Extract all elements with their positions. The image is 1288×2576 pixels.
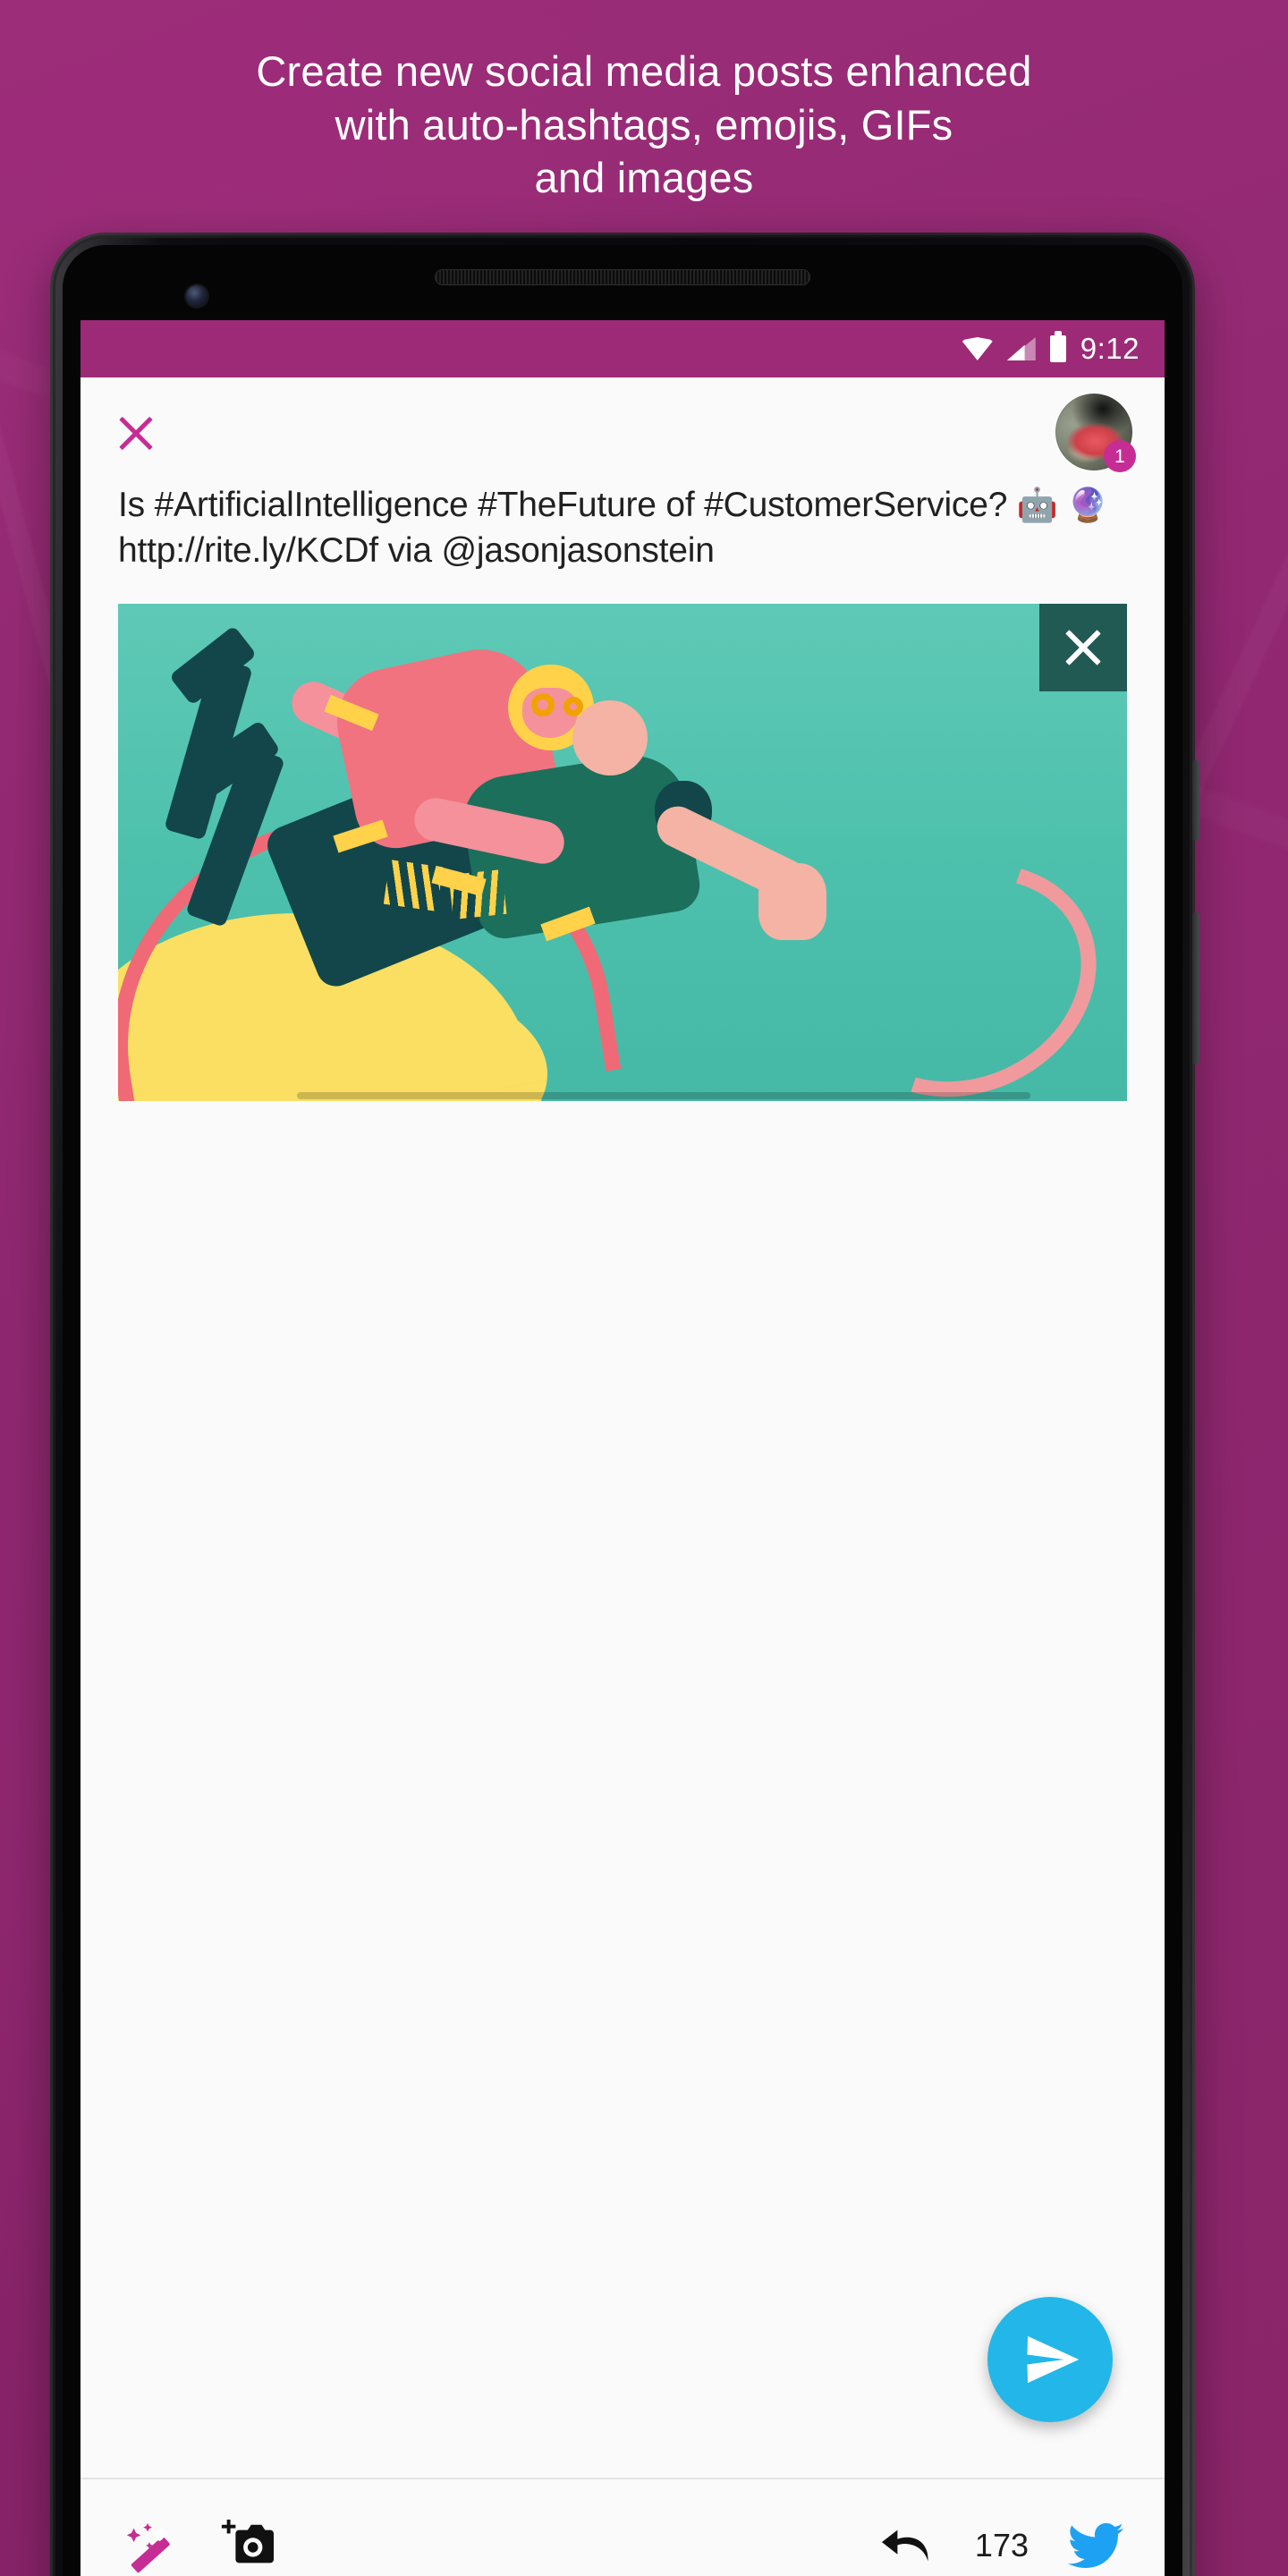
send-icon [1027,2335,1080,2384]
compose-text-input[interactable]: Is #ArtificialIntelligence #TheFuture of… [80,483,1165,573]
status-bar: 9:12 [80,320,1165,377]
close-icon[interactable] [116,413,156,453]
compose-top-bar: 1 [80,377,1165,483]
media-figure-part [758,863,826,941]
add-photo-icon[interactable] [218,2518,274,2573]
media-scrollbar[interactable] [297,1092,1030,1100]
battery-full-icon [1049,331,1066,362]
cell-signal-icon [1006,337,1036,360]
compose-line-3: via @jasonjasonstein [387,530,715,570]
undo-icon[interactable] [880,2524,936,2567]
robot-emoji-icon: 🤖 [1016,487,1058,523]
media-figure-part [383,860,444,912]
wifi-icon [962,337,993,360]
phone-screen: 9:12 1 Is #ArtificialIntelligence #TheFu… [80,320,1165,2576]
compose-line-1: Is #ArtificialIntelligence #TheFuture of [118,486,695,524]
compose-line-2a: #CustomerService? [704,486,1017,524]
compose-screen: 1 Is #ArtificialIntelligence #TheFuture … [80,377,1165,2576]
attached-media[interactable] [118,604,1127,1102]
remove-image-icon[interactable] [1039,604,1127,692]
compose-empty-area [80,1101,1165,2478]
magic-wand-icon[interactable] [122,2518,177,2573]
earpiece-speaker [436,270,809,284]
crystal-ball-emoji-icon: 🔮 [1067,487,1109,523]
avatar[interactable]: 1 [1055,394,1136,472]
phone-mockup: 9:12 1 Is #ArtificialIntelligence #TheFu… [50,233,1199,2576]
send-button[interactable] [987,2297,1113,2422]
status-bar-clock: 9:12 [1080,332,1140,365]
compose-line-2b: http://rite.ly/KCDf [118,530,378,570]
media-figure-part [572,700,648,776]
twitter-icon[interactable] [1068,2522,1123,2569]
front-camera-icon [186,285,208,307]
volume-button[interactable] [1192,912,1199,1064]
compose-bottom-toolbar: 173 [80,2478,1165,2576]
avatar-account-badge: 1 [1104,440,1136,472]
character-count: 173 [974,2527,1029,2563]
power-button[interactable] [1192,760,1199,841]
promo-headline: Create new social media posts enhanced w… [256,47,1032,202]
